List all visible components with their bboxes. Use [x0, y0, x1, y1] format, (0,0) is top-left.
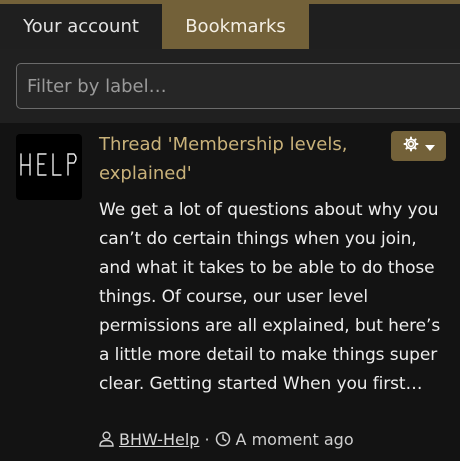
bookmark-snippet: We get a lot of questions about why you …: [99, 200, 441, 394]
bookmark-item: Thread 'Membership levels, explained' We…: [0, 123, 460, 461]
user-icon: [99, 431, 114, 447]
bookmarks-panel: Your account Bookmarks Thread 'Member: [0, 0, 460, 461]
tab-bookmarks[interactable]: Bookmarks: [162, 4, 309, 49]
filter-by-label-input[interactable]: [16, 63, 460, 109]
tab-your-account[interactable]: Your account: [0, 4, 162, 49]
tab-bar-filler: [309, 4, 460, 49]
clock-icon: [215, 431, 231, 447]
tab-bar: Your account Bookmarks: [0, 4, 460, 49]
avatar[interactable]: [16, 134, 82, 200]
bookmark-title-link[interactable]: Thread 'Membership levels, explained': [99, 130, 384, 188]
author-link[interactable]: BHW-Help: [119, 430, 199, 449]
bookmark-menu-button[interactable]: [391, 131, 446, 161]
filter-bar: [0, 49, 460, 123]
caret-down-icon: [424, 137, 435, 156]
help-avatar-image: [20, 153, 77, 176]
meta-separator: ·: [204, 429, 210, 449]
gear-icon: [403, 136, 419, 156]
timestamp: A moment ago: [235, 429, 354, 449]
bookmark-meta: BHW-Help · A moment ago: [99, 427, 354, 451]
